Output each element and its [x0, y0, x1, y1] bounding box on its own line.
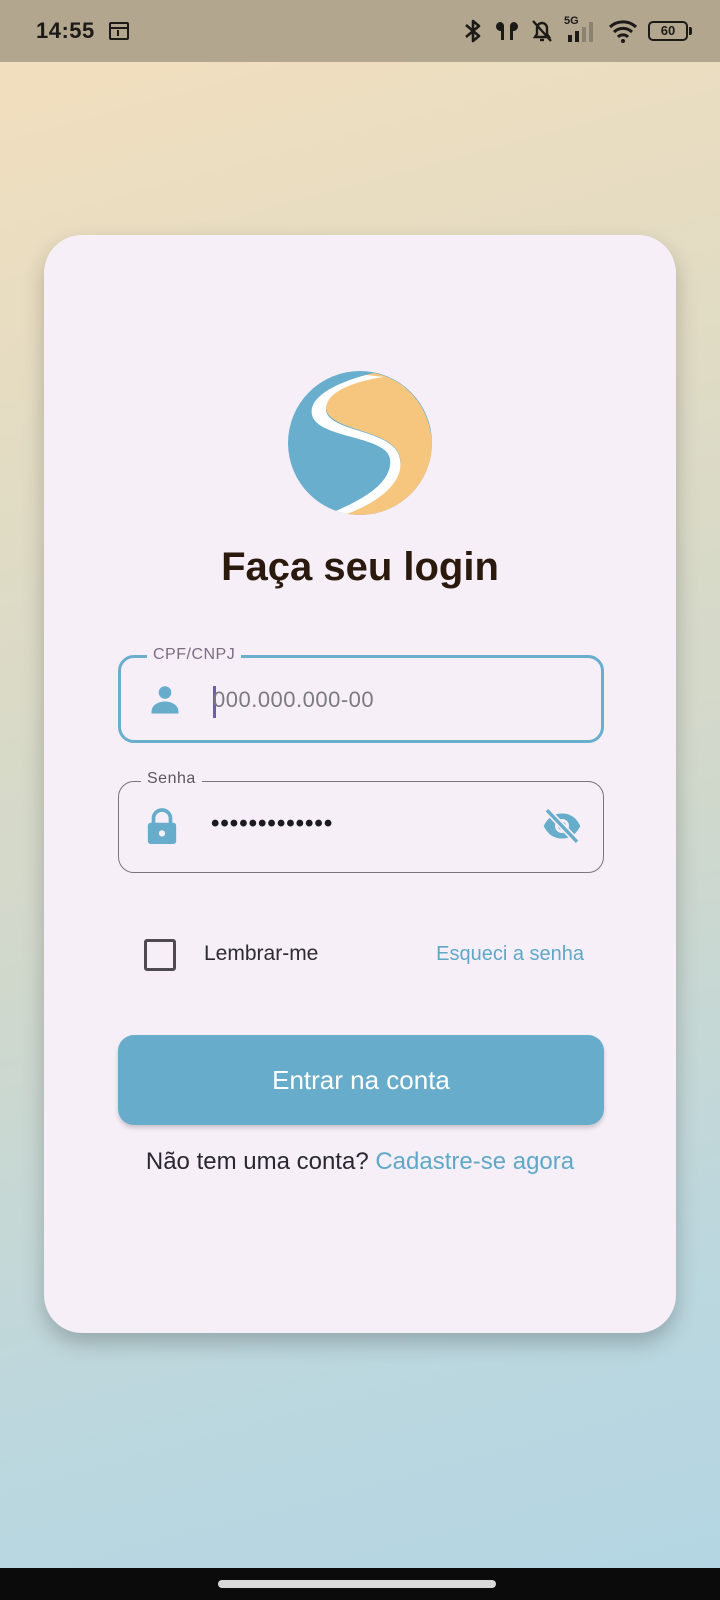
login-button[interactable]: Entrar na conta	[118, 1035, 604, 1125]
bell-off-icon	[532, 20, 552, 42]
status-bar: 14:55 5G 60	[0, 0, 720, 62]
lock-icon	[147, 808, 177, 844]
signup-row: Não tem uma conta? Cadastre-se agora	[44, 1148, 676, 1176]
cpf-field-label: CPF/CNPJ	[147, 646, 242, 664]
calendar-icon	[108, 22, 129, 40]
status-time: 14:55	[36, 18, 95, 43]
login-card: Faça seu login CPF/CNPJ 000.000.000-00 S…	[44, 235, 676, 1333]
password-input[interactable]: •••••••••••••	[211, 810, 333, 838]
earbuds-icon	[495, 22, 519, 40]
battery-icon: 60	[648, 21, 692, 41]
navigation-bar	[0, 1568, 720, 1600]
home-gesture-handle[interactable]	[218, 1580, 496, 1588]
signal-icon: 5G	[564, 15, 598, 44]
wifi-icon	[608, 20, 638, 43]
password-field[interactable]: Senha •••••••••••••	[118, 770, 604, 873]
bluetooth-icon	[465, 19, 481, 43]
page-title: Faça seu login	[221, 545, 499, 589]
cpf-input[interactable]: 000.000.000-00	[213, 687, 374, 713]
signup-prompt: Não tem uma conta?	[145, 1148, 369, 1175]
password-field-label: Senha	[141, 770, 202, 788]
eye-off-icon[interactable]	[541, 806, 583, 846]
cpf-field[interactable]: CPF/CNPJ 000.000.000-00	[118, 646, 604, 743]
remember-checkbox[interactable]	[144, 939, 176, 971]
remember-label[interactable]: Lembrar-me	[204, 942, 318, 966]
forgot-password-link[interactable]: Esqueci a senha	[436, 943, 584, 966]
person-icon	[151, 686, 179, 714]
battery-level: 60	[648, 21, 688, 41]
signup-link[interactable]: Cadastre-se agora	[375, 1148, 574, 1175]
status-icons: 5G 60	[462, 15, 692, 44]
app-logo	[288, 371, 432, 515]
